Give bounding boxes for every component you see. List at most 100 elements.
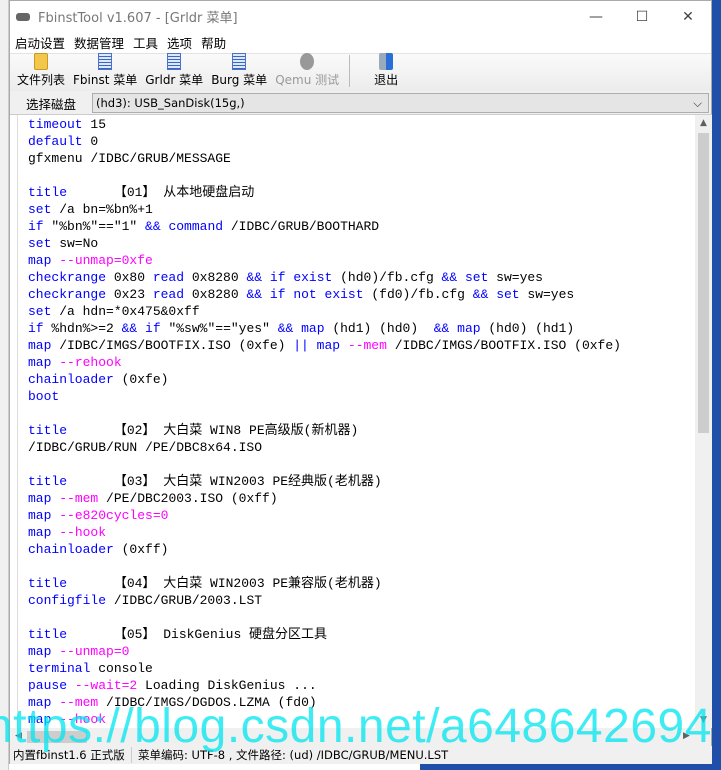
keyword-token: && [472,287,489,302]
code-line: title 【05】 DiskGenius 硬盘分区工具 [28,626,621,643]
keyword-token: not [293,287,317,302]
exit-button[interactable]: 退出 [370,53,402,88]
close-button[interactable]: ✕ [665,1,711,32]
text-token: /IDBC/GRUB/BOOTHARD [223,219,380,234]
code-line: gfxmenu /IDBC/GRUB/MESSAGE [28,150,621,167]
code-line: map --rehook [28,354,621,371]
text-token: 0x80 [106,270,153,285]
option-token: --wait=2 [74,678,138,693]
qemu-icon [300,53,315,70]
menu-tools[interactable]: 工具 [131,33,165,52]
window-title: FbinstTool v1.607 - [Grldr 菜单] [38,11,238,26]
keyword-token: map [316,338,341,353]
option-token: --mem [59,491,99,506]
qemu-test-button[interactable]: Qemu 测试 [271,53,343,88]
app-icon [16,12,30,21]
code-line: /IDBC/GRUB/RUN /PE/DBC8x64.ISO [28,439,621,456]
text-token: console [90,661,153,676]
disk-select[interactable]: (hd3): USB_SanDisk(15g,) ⌵ [92,93,709,113]
scrollbar-thumb[interactable] [27,731,87,743]
button-label: Fbinst 菜单 [73,73,138,87]
maximize-button[interactable]: ☐ [619,1,665,32]
code-line: if "%bn%"=="1" && command /IDBC/GRUB/BOO… [28,218,621,235]
keyword-token: chainloader [28,542,114,557]
keyword-token: terminal [28,661,91,676]
code-line: terminal console [28,660,621,677]
code-line: map --unmap=0xfe [28,252,621,269]
menu-boot-settings[interactable]: 启动设置 [13,33,72,52]
horizontal-scrollbar[interactable]: ◀ ▶ [10,728,695,746]
keyword-token: map [28,644,52,659]
burg-menu-button[interactable]: Burg 菜单 [207,53,271,88]
menu-editor[interactable]: timeout 15 default 0 gfxmenu /IDBC/GRUB/ME… [10,114,712,728]
text-token: /a bn=%bn%+1 [51,202,153,217]
code-line: set /a hdn=*0x475&0xff [28,303,621,320]
code-line: pause --wait=2 Loading DiskGenius ... [28,677,621,694]
keyword-token: || [293,338,309,353]
folder-icon [34,53,48,70]
fbinst-menu-button[interactable]: Fbinst 菜单 [69,53,141,88]
text-token: gfxmenu /IDBC/GRUB/MESSAGE [28,151,231,166]
text-token: sw=yes [519,287,575,302]
code-line: boot [28,388,621,405]
keyword-token: set [28,236,52,251]
text-token: 【01】 从本地硬盘启动 [67,185,255,200]
keyword-token: read [152,270,185,285]
keyword-token: map [457,321,481,336]
toolbar-separator [349,55,351,87]
scroll-up-icon[interactable]: ▲ [695,115,712,132]
vertical-scrollbar[interactable]: ▲ ▼ [695,115,712,728]
option-token: --hook [59,525,107,540]
grldr-menu-button[interactable]: Grldr 菜单 [141,53,207,88]
menu-help[interactable]: 帮助 [199,33,233,52]
button-label: Grldr 菜单 [145,73,204,87]
button-label: 文件列表 [17,73,66,87]
menu-options[interactable]: 选项 [165,33,199,52]
code-line: timeout 15 [28,116,621,133]
keyword-token: map [28,695,52,710]
keyword-token: map [301,321,325,336]
keyword-token: set [28,304,52,319]
code-line: set sw=No [28,235,621,252]
code-text[interactable]: timeout 15 default 0 gfxmenu /IDBC/GRUB/ME… [28,116,621,728]
text-token: %hdn%>=2 [43,321,122,336]
status-version: 内置fbinst1.6 正式版 [10,747,132,763]
keyword-token: command [168,219,224,234]
keyword-token: checkrange [28,287,107,302]
scroll-right-icon[interactable]: ▶ [678,728,695,745]
keyword-token: title [28,185,68,200]
text-token: 0x23 [106,287,153,302]
text-token: sw=yes [488,270,543,285]
keyword-token: if [269,270,286,285]
text-token: /PE/DBC2003.ISO (0xff) [98,491,278,506]
text-token: 0x8280 [184,287,247,302]
disk-label: 选择磁盘 [25,96,76,112]
text-token: /IDBC/IMGS/DGDOS.LZMA (fd0) [98,695,317,710]
text-token: /IDBC/IMGS/BOOTFIX.ISO (0xfe) [51,338,294,353]
minimize-button[interactable]: — [573,1,619,32]
menu-data-management[interactable]: 数据管理 [72,33,131,52]
chevron-down-icon: ⌵ [693,95,702,110]
scroll-left-icon[interactable]: ◀ [10,728,27,745]
text-token: 0 [82,134,99,149]
scroll-down-icon[interactable]: ▼ [695,712,712,728]
desktop-background [712,0,721,770]
code-line: title 【02】 大白菜 WIN8 PE高级版(新机器) [28,422,621,439]
background-window [0,0,9,770]
option-token: --e820cycles=0 [59,508,169,523]
option-token: --hook [59,712,107,727]
file-list-button[interactable]: 文件列表 [13,53,69,88]
keyword-token: map [28,508,52,523]
keyword-token: exist [324,287,364,302]
status-file-info: 菜单编码: UTF-8 , 文件路径: (ud) /IDBC/GRUB/MENU… [138,748,449,762]
text-token: Loading DiskGenius ... [137,678,317,693]
code-line: default 0 [28,133,621,150]
option-token: --unmap=0 [59,644,130,659]
toolbar: 文件列表 Fbinst 菜单 Grldr 菜单 Burg 菜单 Qemu 测试 … [10,53,711,91]
scrollbar-thumb[interactable] [698,133,709,433]
text-token: 【05】 DiskGenius 硬盘分区工具 [67,627,328,642]
